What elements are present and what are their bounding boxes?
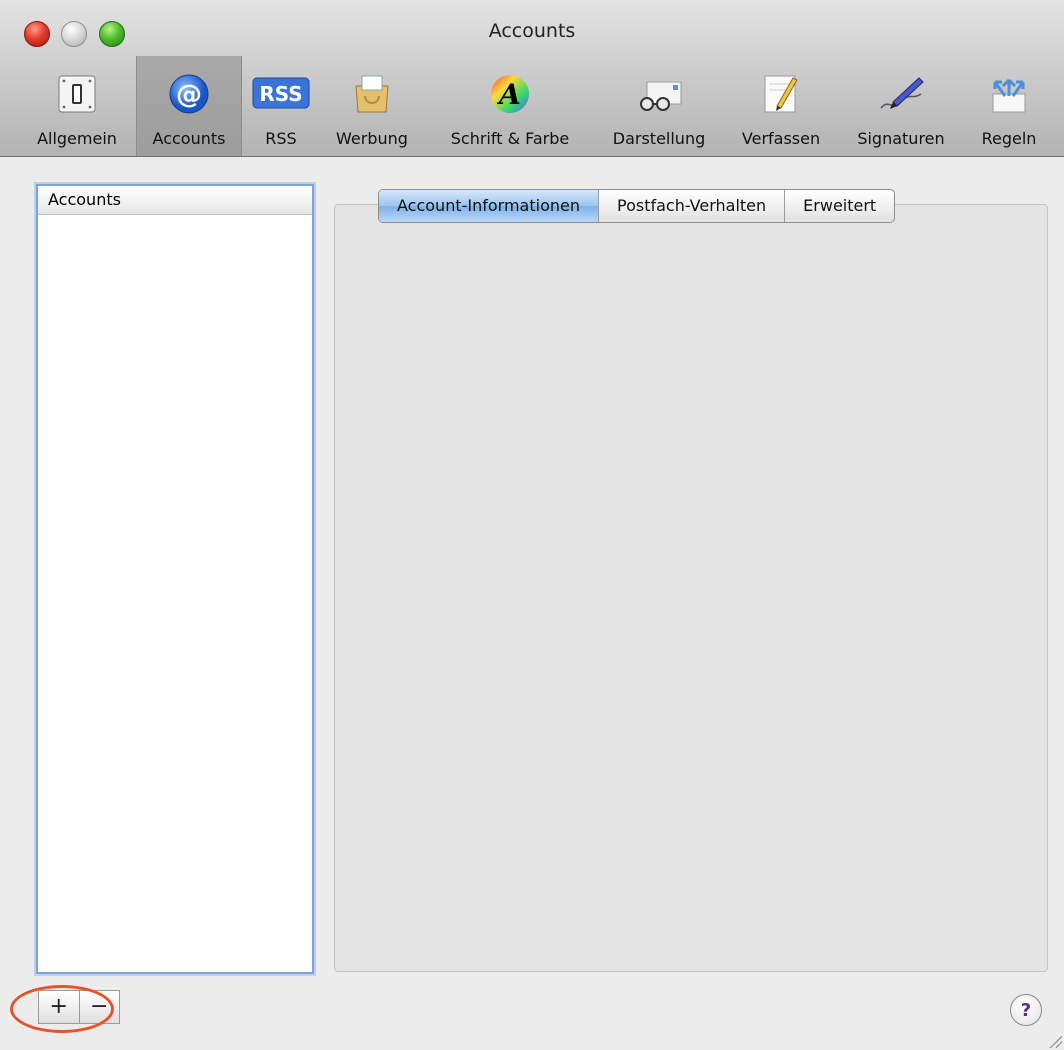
toolbar-label: Regeln bbox=[981, 129, 1037, 148]
compose-pencil-icon bbox=[764, 75, 798, 113]
preferences-window: Accounts Allgemein @ Accounts RSS RSS We… bbox=[0, 0, 1064, 1050]
accounts-list[interactable]: Accounts bbox=[36, 184, 314, 974]
glasses-icon bbox=[640, 81, 682, 111]
toolbar-label: Signaturen bbox=[857, 129, 945, 148]
toolbar-label: Allgemein bbox=[37, 129, 117, 148]
tab-postfach-verhalten[interactable]: Postfach-Verhalten bbox=[599, 190, 786, 222]
toolbar-item-werbung[interactable]: Werbung bbox=[326, 56, 418, 156]
rss-icon: RSS bbox=[252, 77, 310, 109]
tab-erweitert[interactable]: Erweitert bbox=[785, 190, 894, 222]
accounts-list-header[interactable]: Accounts bbox=[38, 186, 312, 215]
window-title: Accounts bbox=[488, 20, 576, 42]
toolbar-item-signaturen[interactable]: Signaturen bbox=[844, 56, 958, 156]
toolbar-label: Darstellung bbox=[612, 129, 706, 148]
at-symbol: @ bbox=[176, 80, 202, 110]
toolbar-item-rss[interactable]: RSS RSS bbox=[244, 56, 318, 156]
toolbar-item-darstellung[interactable]: Darstellung bbox=[598, 56, 720, 156]
toolbar-label: Verfassen bbox=[741, 129, 821, 148]
toolbar-label: Schrift & Farbe bbox=[450, 129, 570, 148]
window-toolbar: Accounts Allgemein @ Accounts RSS RSS We… bbox=[0, 0, 1064, 157]
toolbar-item-allgemein[interactable]: Allgemein bbox=[18, 56, 136, 156]
pen-signature-icon bbox=[880, 77, 924, 109]
font-color-icon: A bbox=[491, 75, 529, 113]
rules-arrows-icon bbox=[992, 78, 1026, 113]
font-letter: A bbox=[496, 78, 521, 111]
at-icon: @ bbox=[169, 74, 209, 114]
annotation-oval bbox=[10, 985, 114, 1033]
toolbar-item-accounts[interactable]: @ Accounts bbox=[136, 56, 242, 156]
account-tab-panel bbox=[334, 204, 1048, 972]
toolbar-item-regeln[interactable]: Regeln bbox=[966, 56, 1052, 156]
toolbar-label: Accounts bbox=[152, 129, 226, 148]
tab-account-informationen[interactable]: Account-Informationen bbox=[379, 190, 599, 222]
resize-grip[interactable] bbox=[1048, 1034, 1062, 1048]
rss-badge-text: RSS bbox=[259, 82, 302, 106]
switch-icon bbox=[58, 75, 96, 113]
toolbar-item-schrift-farbe[interactable]: A Schrift & Farbe bbox=[430, 56, 590, 156]
help-button[interactable]: ? bbox=[1010, 994, 1042, 1026]
toolbar-item-verfassen[interactable]: Verfassen bbox=[728, 56, 834, 156]
account-tabs: Account-Informationen Postfach-Verhalten… bbox=[378, 189, 896, 223]
toolbar-label: Werbung bbox=[336, 129, 408, 148]
junk-mail-icon bbox=[355, 75, 389, 113]
toolbar-label: RSS bbox=[265, 129, 297, 148]
